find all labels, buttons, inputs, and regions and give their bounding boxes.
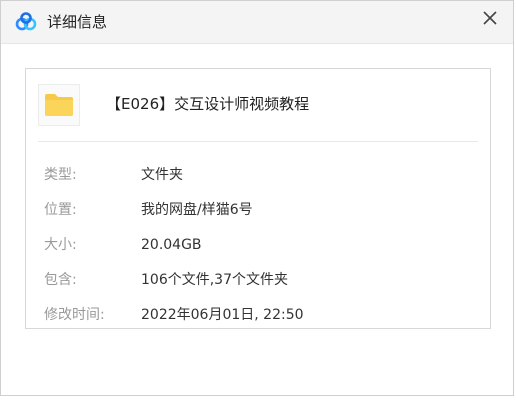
dialog-title: 详细信息 [47,13,108,31]
detail-value: 106个文件,37个文件夹 [141,272,288,288]
close-icon[interactable] [479,7,501,29]
detail-label: 包含: [44,272,77,288]
detail-value: 我的网盘/样猫6号 [141,202,253,218]
divider [38,141,478,142]
file-thumbnail [38,84,80,126]
detail-value: 20.04GB [141,237,202,253]
file-name: 【E026】交互设计师视频教程 [106,95,310,113]
folder-icon [45,94,73,116]
detail-value: 文件夹 [141,167,183,183]
details-card: 【E026】交互设计师视频教程 类型: 文件夹 位置: 我的网盘/样猫6号 大小… [25,68,491,329]
detail-label: 位置: [44,202,77,218]
detail-label: 大小: [44,237,77,253]
detail-label: 修改时间: [44,307,105,323]
details-dialog: 详细信息 【E026】交互设计师视频教程 类型: 文件夹 位置: 我的网盘/样猫… [0,0,514,396]
titlebar: 详细信息 [1,1,513,44]
detail-label: 类型: [44,167,77,183]
detail-value: 2022年06月01日, 22:50 [141,307,304,323]
baidu-netdisk-logo-icon [15,12,37,31]
